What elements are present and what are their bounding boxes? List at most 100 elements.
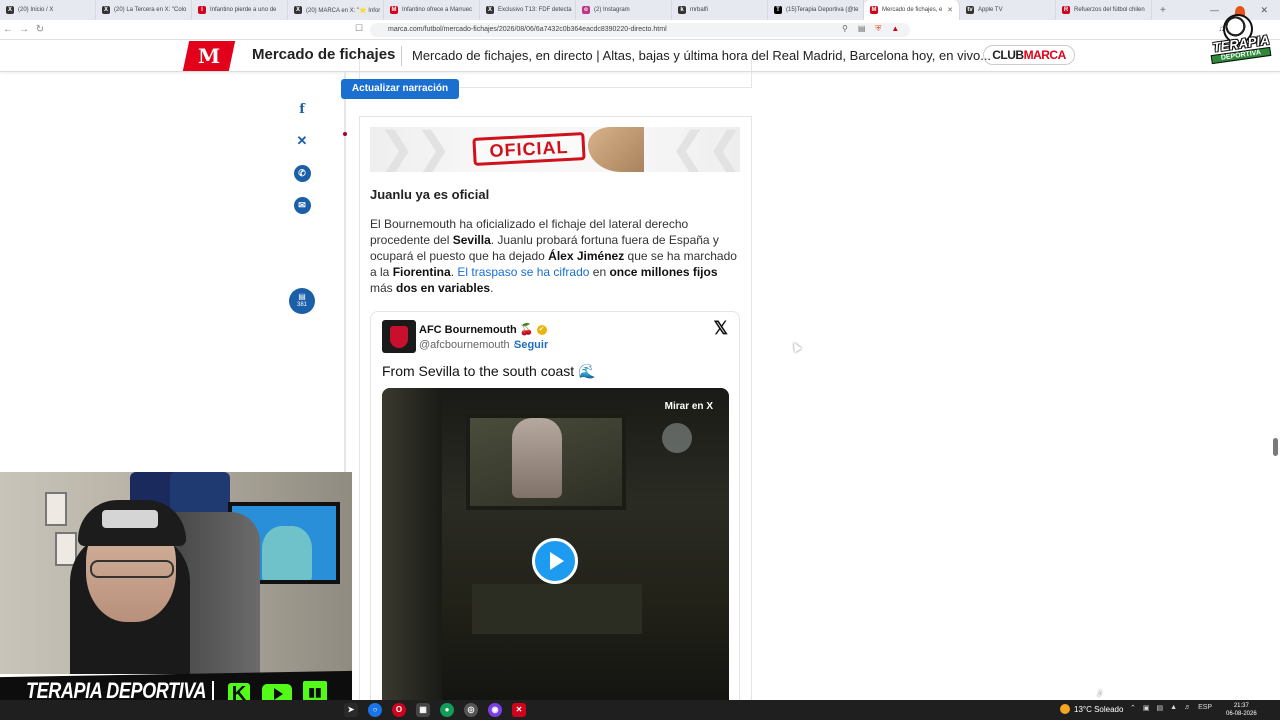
x-share-icon[interactable]: ✕ <box>290 129 314 153</box>
browser-tab[interactable]: k mrbalfi <box>672 0 768 20</box>
comments-button[interactable]: ▤ 381 <box>289 288 315 314</box>
terapia-deportiva-logo: TERAPIA DEPORTIVA <box>1207 6 1275 72</box>
tab-favicon-icon: o <box>582 6 590 14</box>
browser-tab[interactable]: R Refuerzos del fútbol chilen <box>1056 0 1152 20</box>
tab-label: (20) MARCA en X: "⭐ Infor <box>306 7 381 14</box>
whatsapp-share-icon[interactable]: ✆ <box>290 161 314 185</box>
video-scene <box>382 388 442 710</box>
tab-label: Apple TV <box>978 7 1003 13</box>
browser-tab[interactable]: X (20) MARCA en X: "⭐ Infor <box>288 0 384 20</box>
chevron-icon: ❯❯ <box>378 127 452 172</box>
tab-favicon-icon: X <box>6 6 14 14</box>
play-icon[interactable] <box>532 538 578 584</box>
webcam-overlay <box>0 472 352 674</box>
back-icon[interactable]: ← <box>0 24 16 35</box>
watch-on-x-link[interactable]: Mirar en X <box>665 401 713 412</box>
new-tab-icon[interactable]: + <box>1152 5 1174 16</box>
address-bar: ← → ↻ ☐ marca.com/futbol/mercado-fichaje… <box>0 20 1280 40</box>
browser-icon[interactable]: ● <box>440 703 454 717</box>
tab-label: (20) Inicio / X <box>18 7 54 13</box>
video-scene <box>662 423 692 453</box>
wave-icon: 🌊 <box>578 363 596 379</box>
browser-tab[interactable]: X (20) Inicio / X <box>0 0 96 20</box>
mouse-cursor-icon <box>790 340 802 353</box>
clock[interactable]: 21:37 06-08-2026 <box>1226 702 1257 718</box>
streamer <box>78 500 186 546</box>
club-marca-button[interactable]: CLUBMARCA <box>983 45 1075 65</box>
tab-label: Mercado de fichajes, e <box>882 7 943 13</box>
brave-shield-icon[interactable]: ⛨ <box>875 24 881 34</box>
tab-label: (20) La Tercera en X: "Colo <box>114 7 187 13</box>
tab-favicon-icon: X <box>294 6 302 14</box>
tab-favicon-icon: R <box>1062 6 1070 14</box>
system-tray[interactable]: ⌃ ▣ ▤ ▲ ♬ ESP <box>1130 704 1212 712</box>
tab-label: Refuerzos del fútbol chilen <box>1074 7 1145 13</box>
tweet-video[interactable]: Mirar en X <box>382 388 729 710</box>
reader-icon[interactable]: ▤ <box>858 24 866 34</box>
browser-tab[interactable]: I Infantino pierde a uno de <box>192 0 288 20</box>
video-scene <box>472 584 642 634</box>
browser-tab[interactable]: tv Apple TV <box>960 0 1056 20</box>
app-icon[interactable]: ▦ <box>416 703 430 717</box>
tab-favicon-icon: M <box>390 6 398 14</box>
tray-icon[interactable]: ▤ <box>1157 704 1164 712</box>
app-icon[interactable]: ◉ <box>488 703 502 717</box>
x-logo-icon[interactable]: 𝕏 <box>713 318 728 339</box>
comment-icon: ▤ <box>298 292 306 301</box>
browser-tab[interactable]: o (2) Instagram <box>576 0 672 20</box>
transfer-link[interactable]: El traspaso se ha cifrado <box>457 265 589 279</box>
bookmark-icon[interactable]: ☐ <box>355 23 363 34</box>
tweet-author-name[interactable]: AFC Bournemouth 🍒 ✓ <box>419 323 547 336</box>
video-scene <box>512 418 562 498</box>
facebook-share-icon[interactable]: f <box>290 97 314 121</box>
tweet-text: From Sevilla to the south coast 🌊 <box>382 363 596 379</box>
browser-tab[interactable]: M Mercado de fichajes, e ✕ <box>864 0 960 20</box>
oficial-stamp: OFICIAL <box>472 132 586 166</box>
marca-logo[interactable]: M <box>182 41 236 71</box>
update-narration-button[interactable]: Actualizar narración <box>341 79 459 99</box>
volume-icon[interactable]: ♬ <box>1184 704 1191 712</box>
tab-label: Infantino ofrece a Marruec <box>402 7 473 13</box>
chevron-icon: ❮❮ <box>670 127 740 172</box>
wifi-icon[interactable]: ▲ <box>1170 704 1177 712</box>
browser-tab[interactable]: X (20) La Tercera en X: "Colo <box>96 0 192 20</box>
app-icon[interactable]: ✕ <box>512 703 526 717</box>
oficial-banner: ❯❯ ❮❮ OFICIAL <box>370 127 740 172</box>
rewards-icon[interactable]: ▲ <box>891 24 899 34</box>
language-indicator[interactable]: ESP <box>1198 704 1212 712</box>
close-tab-icon[interactable]: ✕ <box>947 6 953 14</box>
chevron-up-icon[interactable]: ⌃ <box>1130 704 1136 712</box>
email-share-icon[interactable]: ✉ <box>290 193 314 217</box>
tab-label: Exclusivo T13: FDF detecta <box>498 7 572 13</box>
tab-favicon-icon: M <box>870 6 878 14</box>
comments-count: 381 <box>296 302 307 308</box>
zoom-icon[interactable]: ⚲ <box>842 24 848 34</box>
timeline-dot <box>343 132 347 136</box>
browser-tab[interactable]: X Exclusivo T13: FDF detecta <box>480 0 576 20</box>
tray-icon[interactable]: ▣ <box>1143 704 1150 712</box>
tab-label: (2) Instagram <box>594 7 630 13</box>
chrome-icon[interactable]: ○ <box>368 703 382 717</box>
forward-icon[interactable]: → <box>16 24 32 35</box>
reload-icon[interactable]: ↻ <box>32 24 48 35</box>
url-field[interactable]: marca.com/futbol/mercado-fichajes/2026/0… <box>370 23 910 37</box>
tweet-avatar[interactable] <box>382 320 416 353</box>
cherry-icon: 🍒 <box>519 324 534 336</box>
streamer <box>90 560 174 578</box>
browser-tab[interactable]: M Infantino ofrece a Marruec <box>384 0 480 20</box>
embedded-tweet: AFC Bournemouth 🍒 ✓ @afcbournemouth · Se… <box>370 311 740 711</box>
browser-tab[interactable]: T (15)Terapia Deportiva (@te <box>768 0 864 20</box>
sun-icon <box>1060 704 1070 714</box>
browser-tab-strip: X (20) Inicio / X X (20) La Tercera en X: "… <box>0 0 1280 20</box>
tweet-handle[interactable]: @afcbournemouth · <box>419 339 516 351</box>
tab-favicon-icon: I <box>198 6 206 14</box>
follow-button[interactable]: Seguir <box>514 339 548 351</box>
entry-body: El Bournemouth ha oficializado el fichaj… <box>370 217 737 295</box>
entry-title: Juanlu ya es oficial <box>370 187 490 202</box>
taskbar-arrow-icon[interactable]: ➤ <box>344 703 358 717</box>
scrollbar-thumb[interactable] <box>1273 438 1278 456</box>
opera-icon[interactable]: O <box>392 703 406 717</box>
weather-widget[interactable]: 13°C Soleado <box>1060 704 1123 714</box>
webcam-scene <box>45 492 67 526</box>
app-icon[interactable]: ◎ <box>464 703 478 717</box>
